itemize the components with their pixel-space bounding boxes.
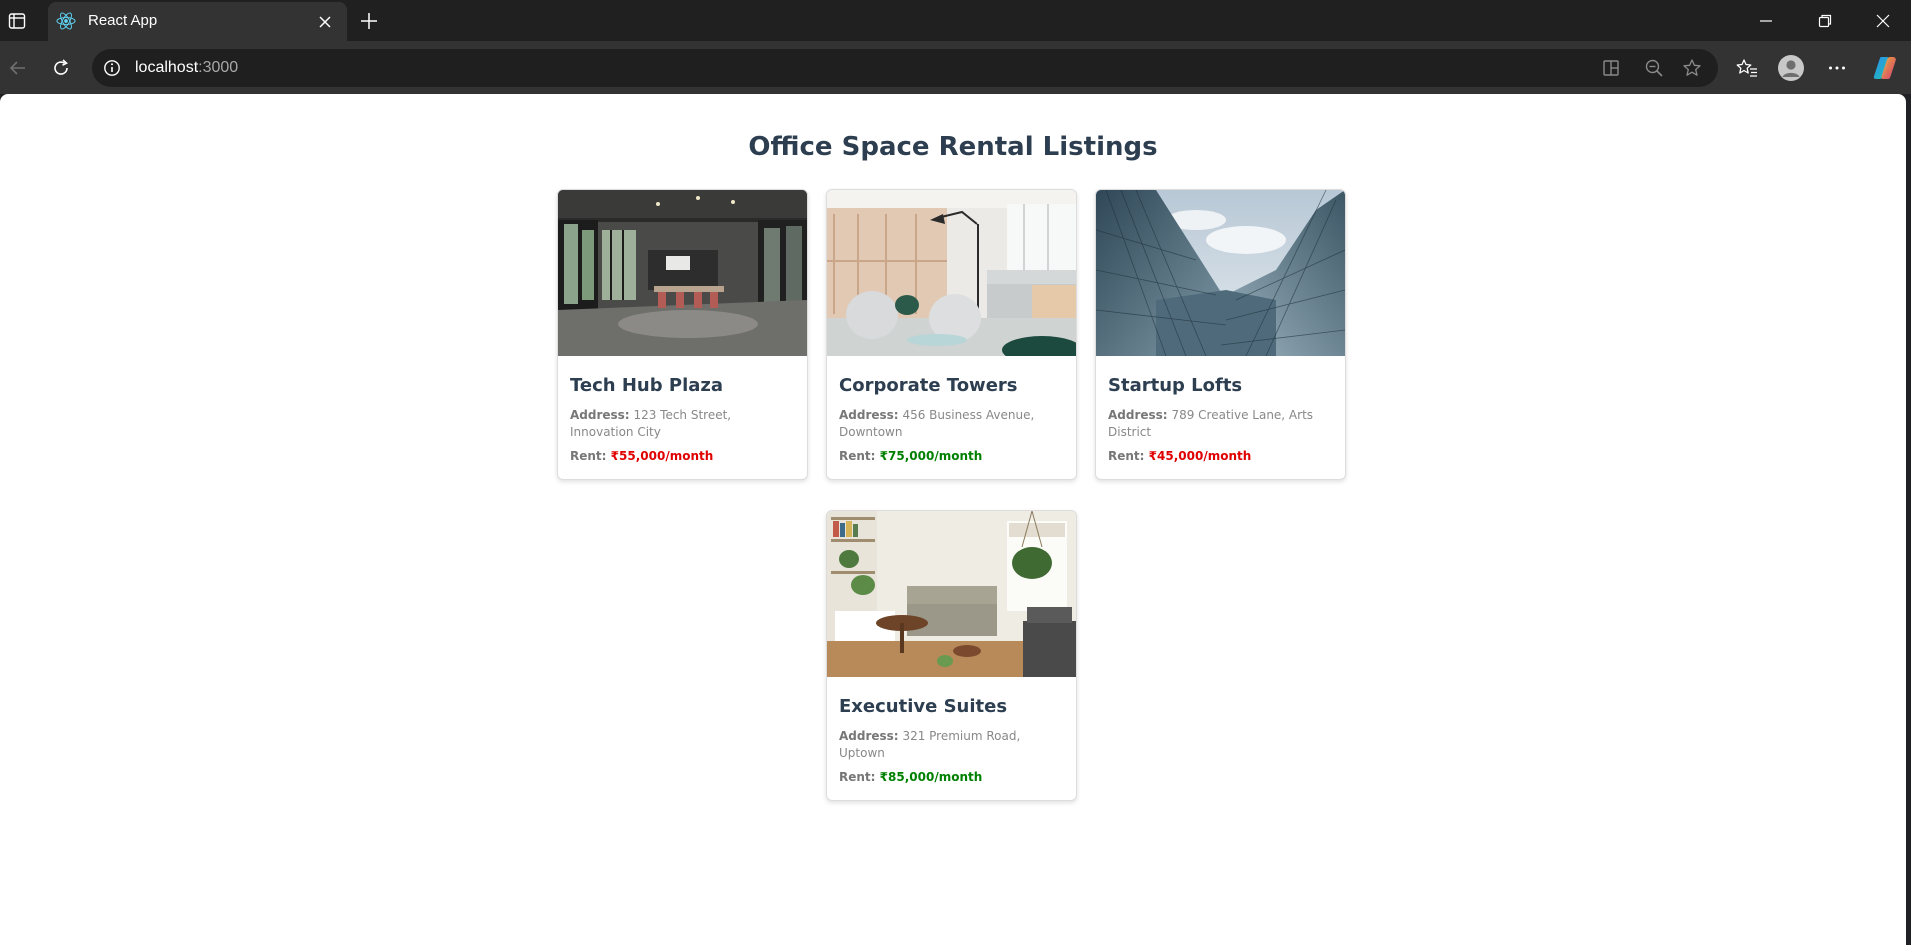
tab-strip: React App bbox=[0, 0, 1911, 41]
app-available-icon[interactable] bbox=[1599, 55, 1625, 81]
rent-label: Rent: bbox=[570, 449, 607, 463]
listing-title: Tech Hub Plaza bbox=[570, 375, 724, 396]
glass-building-photo bbox=[1096, 190, 1345, 356]
rent-value: ₹55,000/month bbox=[610, 449, 714, 463]
listing-rent: Rent: ₹75,000/month bbox=[839, 448, 1064, 465]
rent-label: Rent: bbox=[839, 449, 876, 463]
listing-address: Address: 123 Tech Street, Innovation Cit… bbox=[570, 407, 795, 441]
page-title: Office Space Rental Listings bbox=[748, 132, 1158, 162]
sidebar-toggle-icon[interactable] bbox=[4, 8, 30, 34]
browser-toolbar: localhost:3000 bbox=[0, 41, 1911, 94]
open-plan-office-photo bbox=[558, 190, 807, 356]
address-label: Address: bbox=[839, 729, 899, 743]
listing-title: Executive Suites bbox=[839, 696, 1008, 717]
address-label: Address: bbox=[1108, 408, 1168, 422]
more-icon[interactable] bbox=[1821, 52, 1853, 84]
page-viewport: Office Space Rental Listings Tech Hub Pl… bbox=[0, 94, 1906, 945]
info-icon[interactable] bbox=[100, 56, 124, 80]
listing-address: Address: 321 Premium Road, Uptown bbox=[839, 728, 1064, 762]
listing-card: Tech Hub Plaza Address: 123 Tech Street,… bbox=[557, 189, 808, 480]
close-icon[interactable] bbox=[313, 10, 337, 34]
plus-icon[interactable] bbox=[355, 7, 383, 35]
address-bar[interactable]: localhost:3000 bbox=[92, 49, 1718, 87]
minimize-icon[interactable] bbox=[1738, 0, 1794, 41]
refresh-icon[interactable] bbox=[45, 52, 77, 84]
rent-value: ₹45,000/month bbox=[1148, 449, 1252, 463]
profile-icon[interactable] bbox=[1775, 52, 1807, 84]
rent-label: Rent: bbox=[1108, 449, 1145, 463]
address-label: Address: bbox=[570, 408, 630, 422]
back-icon[interactable] bbox=[2, 52, 34, 84]
copilot-icon[interactable] bbox=[1869, 52, 1901, 84]
listing-address: Address: 456 Business Avenue, Downtown bbox=[839, 407, 1064, 441]
lounge-office-photo bbox=[827, 190, 1076, 356]
tab-title: React App bbox=[88, 12, 158, 29]
zoom-out-icon[interactable] bbox=[1641, 55, 1667, 81]
listing-title: Startup Lofts bbox=[1108, 375, 1243, 396]
listing-address: Address: 789 Creative Lane, Arts Distric… bbox=[1108, 407, 1333, 441]
star-icon[interactable] bbox=[1679, 55, 1705, 81]
url-port: :3000 bbox=[198, 59, 239, 76]
listing-card: Executive Suites Address: 321 Premium Ro… bbox=[826, 510, 1077, 801]
listing-rent: Rent: ₹55,000/month bbox=[570, 448, 795, 465]
listing-rent: Rent: ₹85,000/month bbox=[839, 769, 1064, 786]
listing-title: Corporate Towers bbox=[839, 375, 1018, 396]
favorites-icon[interactable] bbox=[1731, 52, 1763, 84]
url-host: localhost bbox=[135, 59, 199, 76]
rent-label: Rent: bbox=[839, 770, 876, 784]
close-window-icon[interactable] bbox=[1855, 0, 1911, 41]
rent-value: ₹75,000/month bbox=[879, 449, 983, 463]
home-office-photo bbox=[827, 511, 1076, 677]
listing-card: Corporate Towers Address: 456 Business A… bbox=[826, 189, 1077, 480]
rent-value: ₹85,000/month bbox=[879, 770, 983, 784]
listing-card: Startup Lofts Address: 789 Creative Lane… bbox=[1095, 189, 1346, 480]
listing-rent: Rent: ₹45,000/month bbox=[1108, 448, 1333, 465]
browser-tab[interactable]: React App bbox=[48, 2, 347, 41]
react-logo-icon bbox=[55, 10, 77, 32]
url-text[interactable]: localhost:3000 bbox=[135, 59, 238, 77]
restore-icon[interactable] bbox=[1797, 0, 1853, 41]
address-label: Address: bbox=[839, 408, 899, 422]
